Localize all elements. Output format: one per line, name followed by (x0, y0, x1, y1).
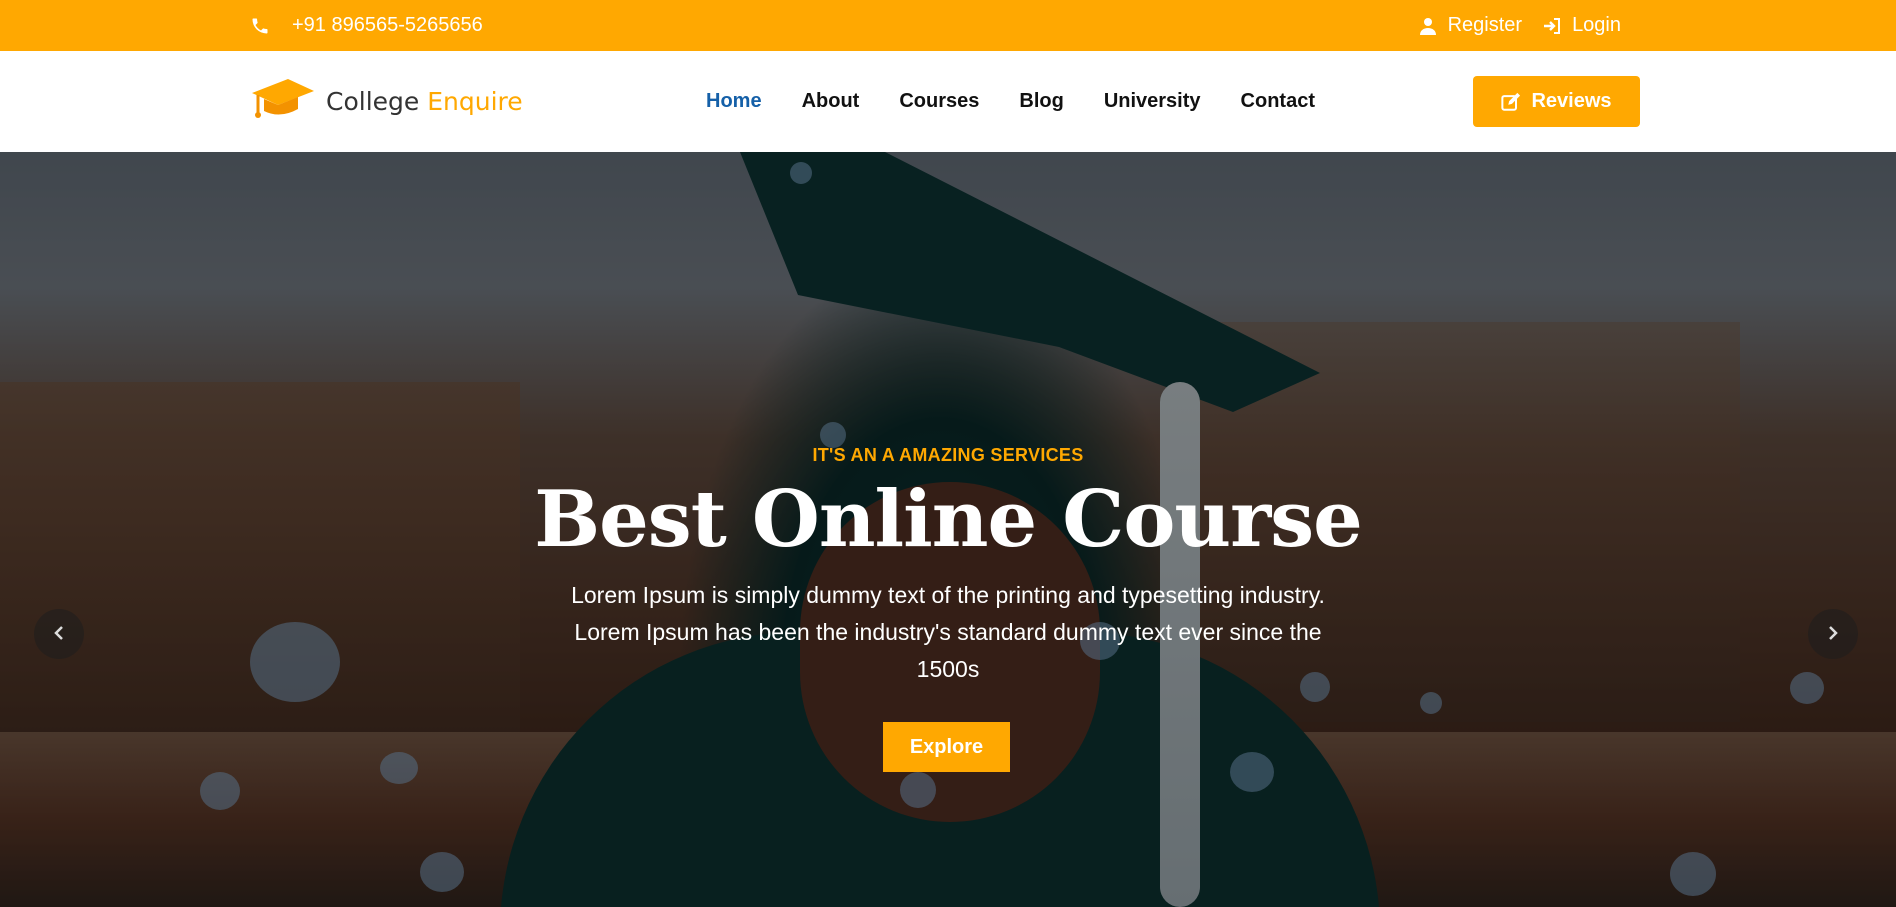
phone-icon (250, 16, 270, 36)
sign-in-icon (1542, 16, 1562, 36)
reviews-button[interactable]: Reviews (1473, 76, 1640, 127)
login-label: Login (1572, 14, 1621, 36)
brand-accent: Enquire (427, 86, 523, 116)
nav-item-contact[interactable]: Contact (1241, 90, 1315, 113)
main-navbar: College Enquire Home About Courses Blog … (0, 51, 1896, 152)
brand-main: College (326, 86, 420, 116)
hero-content: IT'S AN A AMAZING SERVICES Best Online C… (0, 152, 1896, 907)
nav-item-about[interactable]: About (802, 90, 860, 113)
register-link[interactable]: Register (1418, 14, 1522, 37)
main-menu: Home About Courses Blog University Conta… (706, 51, 1315, 152)
hero-eyebrow: IT'S AN A AMAZING SERVICES (812, 445, 1084, 465)
chevron-left-icon (53, 624, 65, 645)
graduation-cap-icon (250, 73, 316, 130)
slider-next-button[interactable] (1808, 609, 1858, 659)
nav-item-home[interactable]: Home (706, 90, 762, 113)
site-logo[interactable]: College Enquire (250, 75, 523, 127)
edit-icon (1501, 92, 1521, 112)
explore-button[interactable]: Explore (883, 722, 1010, 772)
nav-item-blog[interactable]: Blog (1019, 90, 1063, 113)
phone-number: +91 896565-5265656 (292, 14, 483, 36)
nav-item-courses[interactable]: Courses (899, 90, 979, 113)
top-bar: +91 896565-5265656 Register Login (0, 0, 1896, 51)
hero-title: Best Online Course (534, 474, 1363, 565)
slider-prev-button[interactable] (34, 609, 84, 659)
contact-phone[interactable]: +91 896565-5265656 (250, 0, 483, 51)
hero-slider: IT'S AN A AMAZING SERVICES Best Online C… (0, 152, 1896, 907)
hero-description: Lorem Ipsum is simply dummy text of the … (571, 582, 1325, 682)
register-label: Register (1447, 14, 1523, 36)
chevron-right-icon (1827, 624, 1839, 645)
brand-name: College Enquire (326, 87, 523, 116)
reviews-label: Reviews (1531, 90, 1612, 112)
nav-item-university[interactable]: University (1104, 90, 1201, 113)
account-links: Register Login (1418, 0, 1621, 51)
login-link[interactable]: Login (1542, 14, 1621, 37)
user-icon (1418, 16, 1438, 36)
